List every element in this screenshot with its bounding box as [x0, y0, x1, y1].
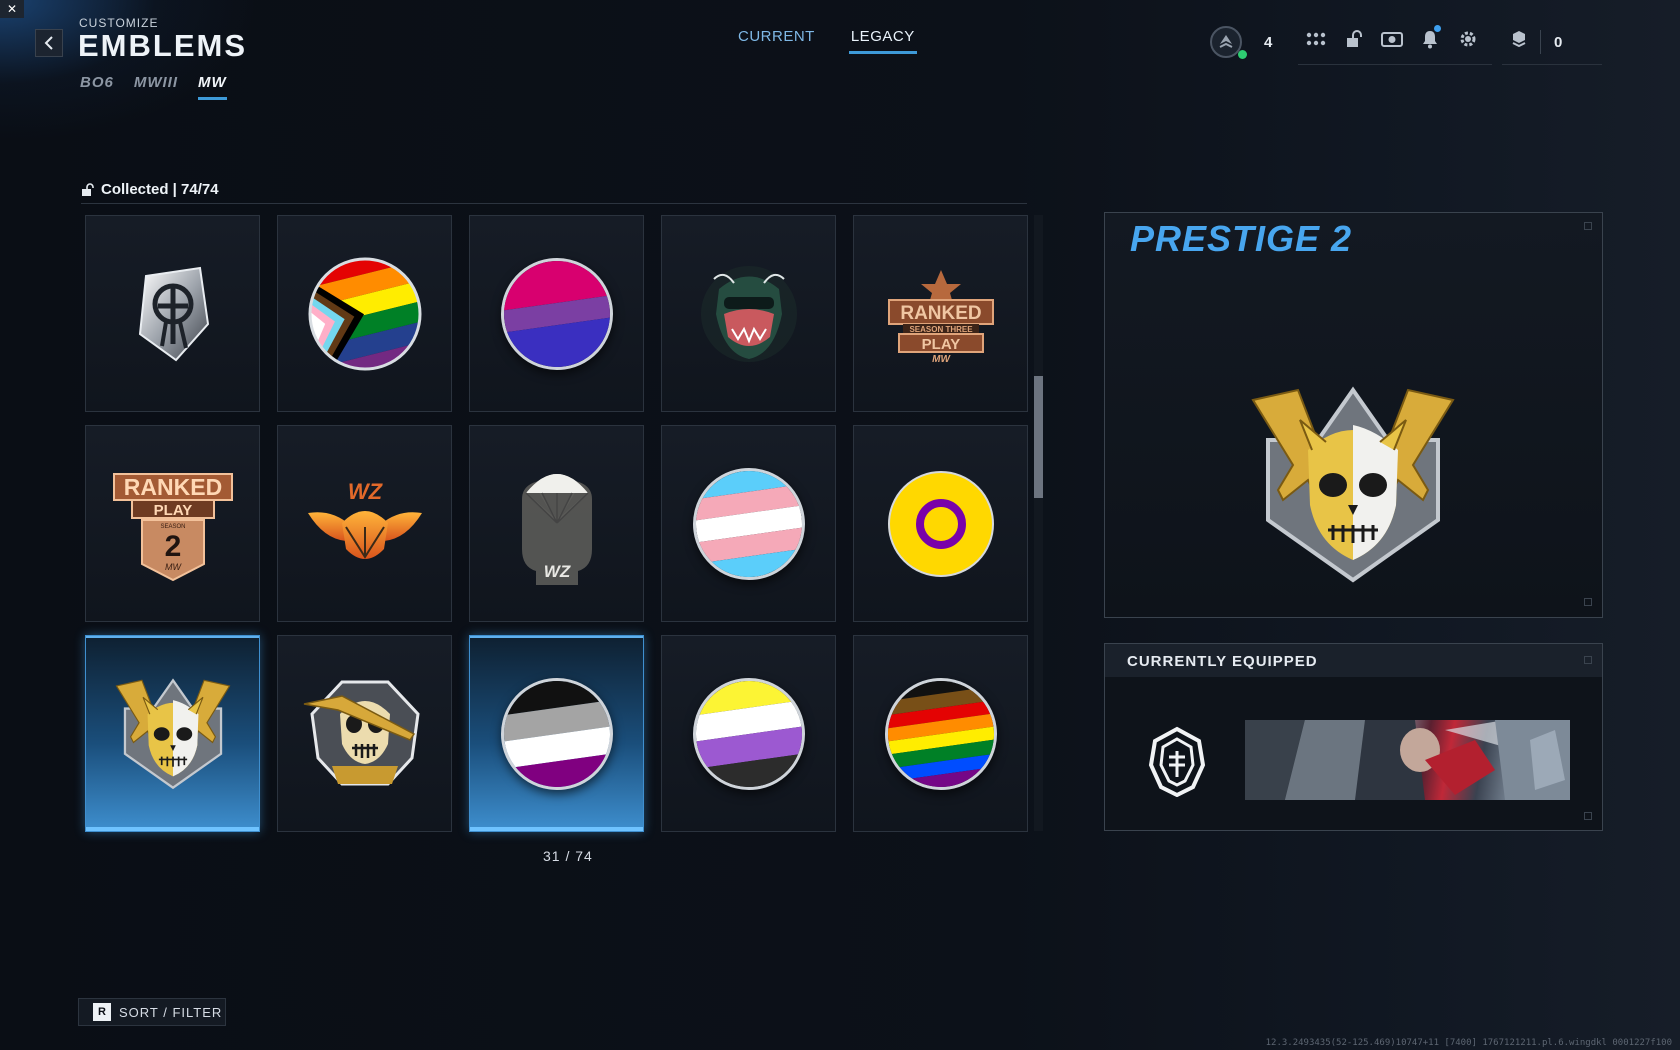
rank-level: 4	[1264, 34, 1273, 51]
collected-label: Collected | 74/74	[101, 181, 219, 198]
emblem-tile[interactable]	[661, 425, 836, 622]
cod-points-icon[interactable]	[1508, 30, 1530, 52]
cod-points-divider	[1540, 30, 1541, 54]
emblem-tile[interactable]	[661, 215, 836, 412]
sort-filter-label: SORT / FILTER	[119, 1004, 223, 1020]
settings-gear-icon[interactable]	[1457, 28, 1479, 50]
emblem-bisexual-flag-icon	[493, 250, 620, 377]
svg-text:SEASON THREE: SEASON THREE	[909, 325, 973, 334]
svg-text:PLAY: PLAY	[921, 336, 960, 353]
emblem-transgender-flag-icon	[685, 460, 812, 587]
emblem-tile-selected[interactable]	[85, 635, 260, 832]
tab-mw[interactable]: MW	[198, 74, 227, 100]
emblem-intersex-flag-icon	[887, 470, 994, 577]
emblem-tile-selected[interactable]	[469, 635, 644, 832]
key-hint-r: R	[93, 1003, 111, 1021]
back-button[interactable]	[35, 29, 63, 57]
svg-text:WZ: WZ	[347, 479, 383, 504]
corner-decoration	[1584, 222, 1592, 230]
sort-filter-button[interactable]: R SORT / FILTER	[78, 998, 226, 1026]
preview-emblem-prestige-2	[1251, 386, 1455, 583]
tab-legacy[interactable]: LEGACY	[848, 28, 917, 54]
close-overlay-icon[interactable]: ✕	[0, 0, 24, 18]
emblem-tile[interactable]	[277, 215, 452, 412]
emblem-tile[interactable]	[853, 425, 1028, 622]
svg-text:WZ: WZ	[543, 562, 570, 581]
unlock-icon	[82, 182, 94, 196]
svg-text:2: 2	[164, 530, 181, 563]
hud-icons	[1305, 25, 1479, 50]
emblem-tile[interactable]: RANKED SEASON THREE PLAY MW	[853, 215, 1028, 412]
unlock-icon[interactable]	[1343, 28, 1365, 50]
emblem-ranked-play-season-three-icon: RANKED SEASON THREE PLAY MW	[887, 269, 994, 364]
emblem-wz-parachute-skull-icon: WZ	[521, 473, 592, 585]
collected-status: Collected | 74/74	[81, 181, 219, 198]
view-tabs: CURRENT LEGACY	[738, 28, 917, 54]
hud-divider	[1298, 64, 1492, 65]
emblem-nonbinary-flag-icon	[685, 670, 812, 797]
emblem-ranked-play-season-2-icon: RANKED PLAY SEASON 2 MW	[112, 472, 233, 581]
svg-text:PLAY: PLAY	[153, 502, 192, 519]
emblem-wz-winged-parachute-icon: WZ	[307, 479, 422, 559]
emblem-gold-skull-knife-icon	[303, 680, 420, 785]
build-info: 12.3.2493435(52-125.469)10747+11 [7400] …	[1265, 1038, 1672, 1048]
squad-icon[interactable]	[1305, 28, 1327, 50]
collected-divider	[81, 203, 1027, 204]
chevron-left-icon	[44, 36, 53, 50]
emblem-tile[interactable]	[85, 215, 260, 412]
corner-decoration	[1584, 812, 1592, 820]
equipped-calling-card[interactable]	[1245, 720, 1570, 800]
emblem-counter: 31 / 74	[543, 848, 593, 864]
preview-title: PRESTIGE 2	[1130, 218, 1353, 259]
emblem-tile[interactable]	[853, 635, 1028, 832]
page-title: EMBLEMS	[78, 28, 247, 63]
corner-decoration	[1584, 656, 1592, 664]
cod-points-underline	[1502, 64, 1602, 65]
emblem-tile[interactable]: RANKED PLAY SEASON 2 MW	[85, 425, 260, 622]
emblem-silver-spartan-icon	[138, 266, 209, 361]
emblem-tile[interactable]	[277, 635, 452, 832]
cod-points-count: 0	[1554, 34, 1563, 51]
svg-text:RANKED: RANKED	[900, 303, 981, 324]
emblem-prestige-2-icon	[115, 677, 230, 789]
equipped-emblem-icon[interactable]	[1143, 725, 1211, 797]
emblem-grid: RANKED SEASON THREE PLAY MW RANKED PLAY …	[85, 215, 1028, 832]
scrollbar-thumb[interactable]	[1034, 376, 1043, 498]
tab-current[interactable]: CURRENT	[738, 28, 815, 54]
svg-text:MW: MW	[165, 562, 182, 572]
emblem-tile[interactable]: WZ	[469, 425, 644, 622]
svg-text:RANKED: RANKED	[123, 474, 221, 500]
corner-decoration	[1584, 598, 1592, 606]
game-tabs: BO6 MWIII MW	[80, 74, 227, 100]
emblem-tile[interactable]	[469, 215, 644, 412]
svg-text:MW: MW	[932, 354, 951, 364]
emblem-asexual-flag-icon	[493, 670, 620, 797]
calling-card-art	[1245, 720, 1570, 800]
emblem-tile[interactable]: WZ	[277, 425, 452, 622]
emblem-tile[interactable]	[661, 635, 836, 832]
emblem-progress-pride-flag-icon	[305, 254, 424, 373]
emblem-grid-scrollbar[interactable]	[1034, 215, 1043, 831]
currently-equipped-label: CURRENTLY EQUIPPED	[1127, 653, 1318, 670]
tab-bo6[interactable]: BO6	[80, 74, 114, 100]
online-status-icon	[1238, 50, 1247, 59]
emblem-rainbow-pride-flag-icon	[877, 670, 1004, 797]
emblem-oni-mask-icon	[700, 265, 797, 362]
store-icon[interactable]	[1381, 28, 1403, 50]
tab-mwiii[interactable]: MWIII	[134, 74, 178, 100]
notification-bell-icon[interactable]	[1419, 25, 1441, 50]
notification-dot	[1434, 25, 1441, 32]
